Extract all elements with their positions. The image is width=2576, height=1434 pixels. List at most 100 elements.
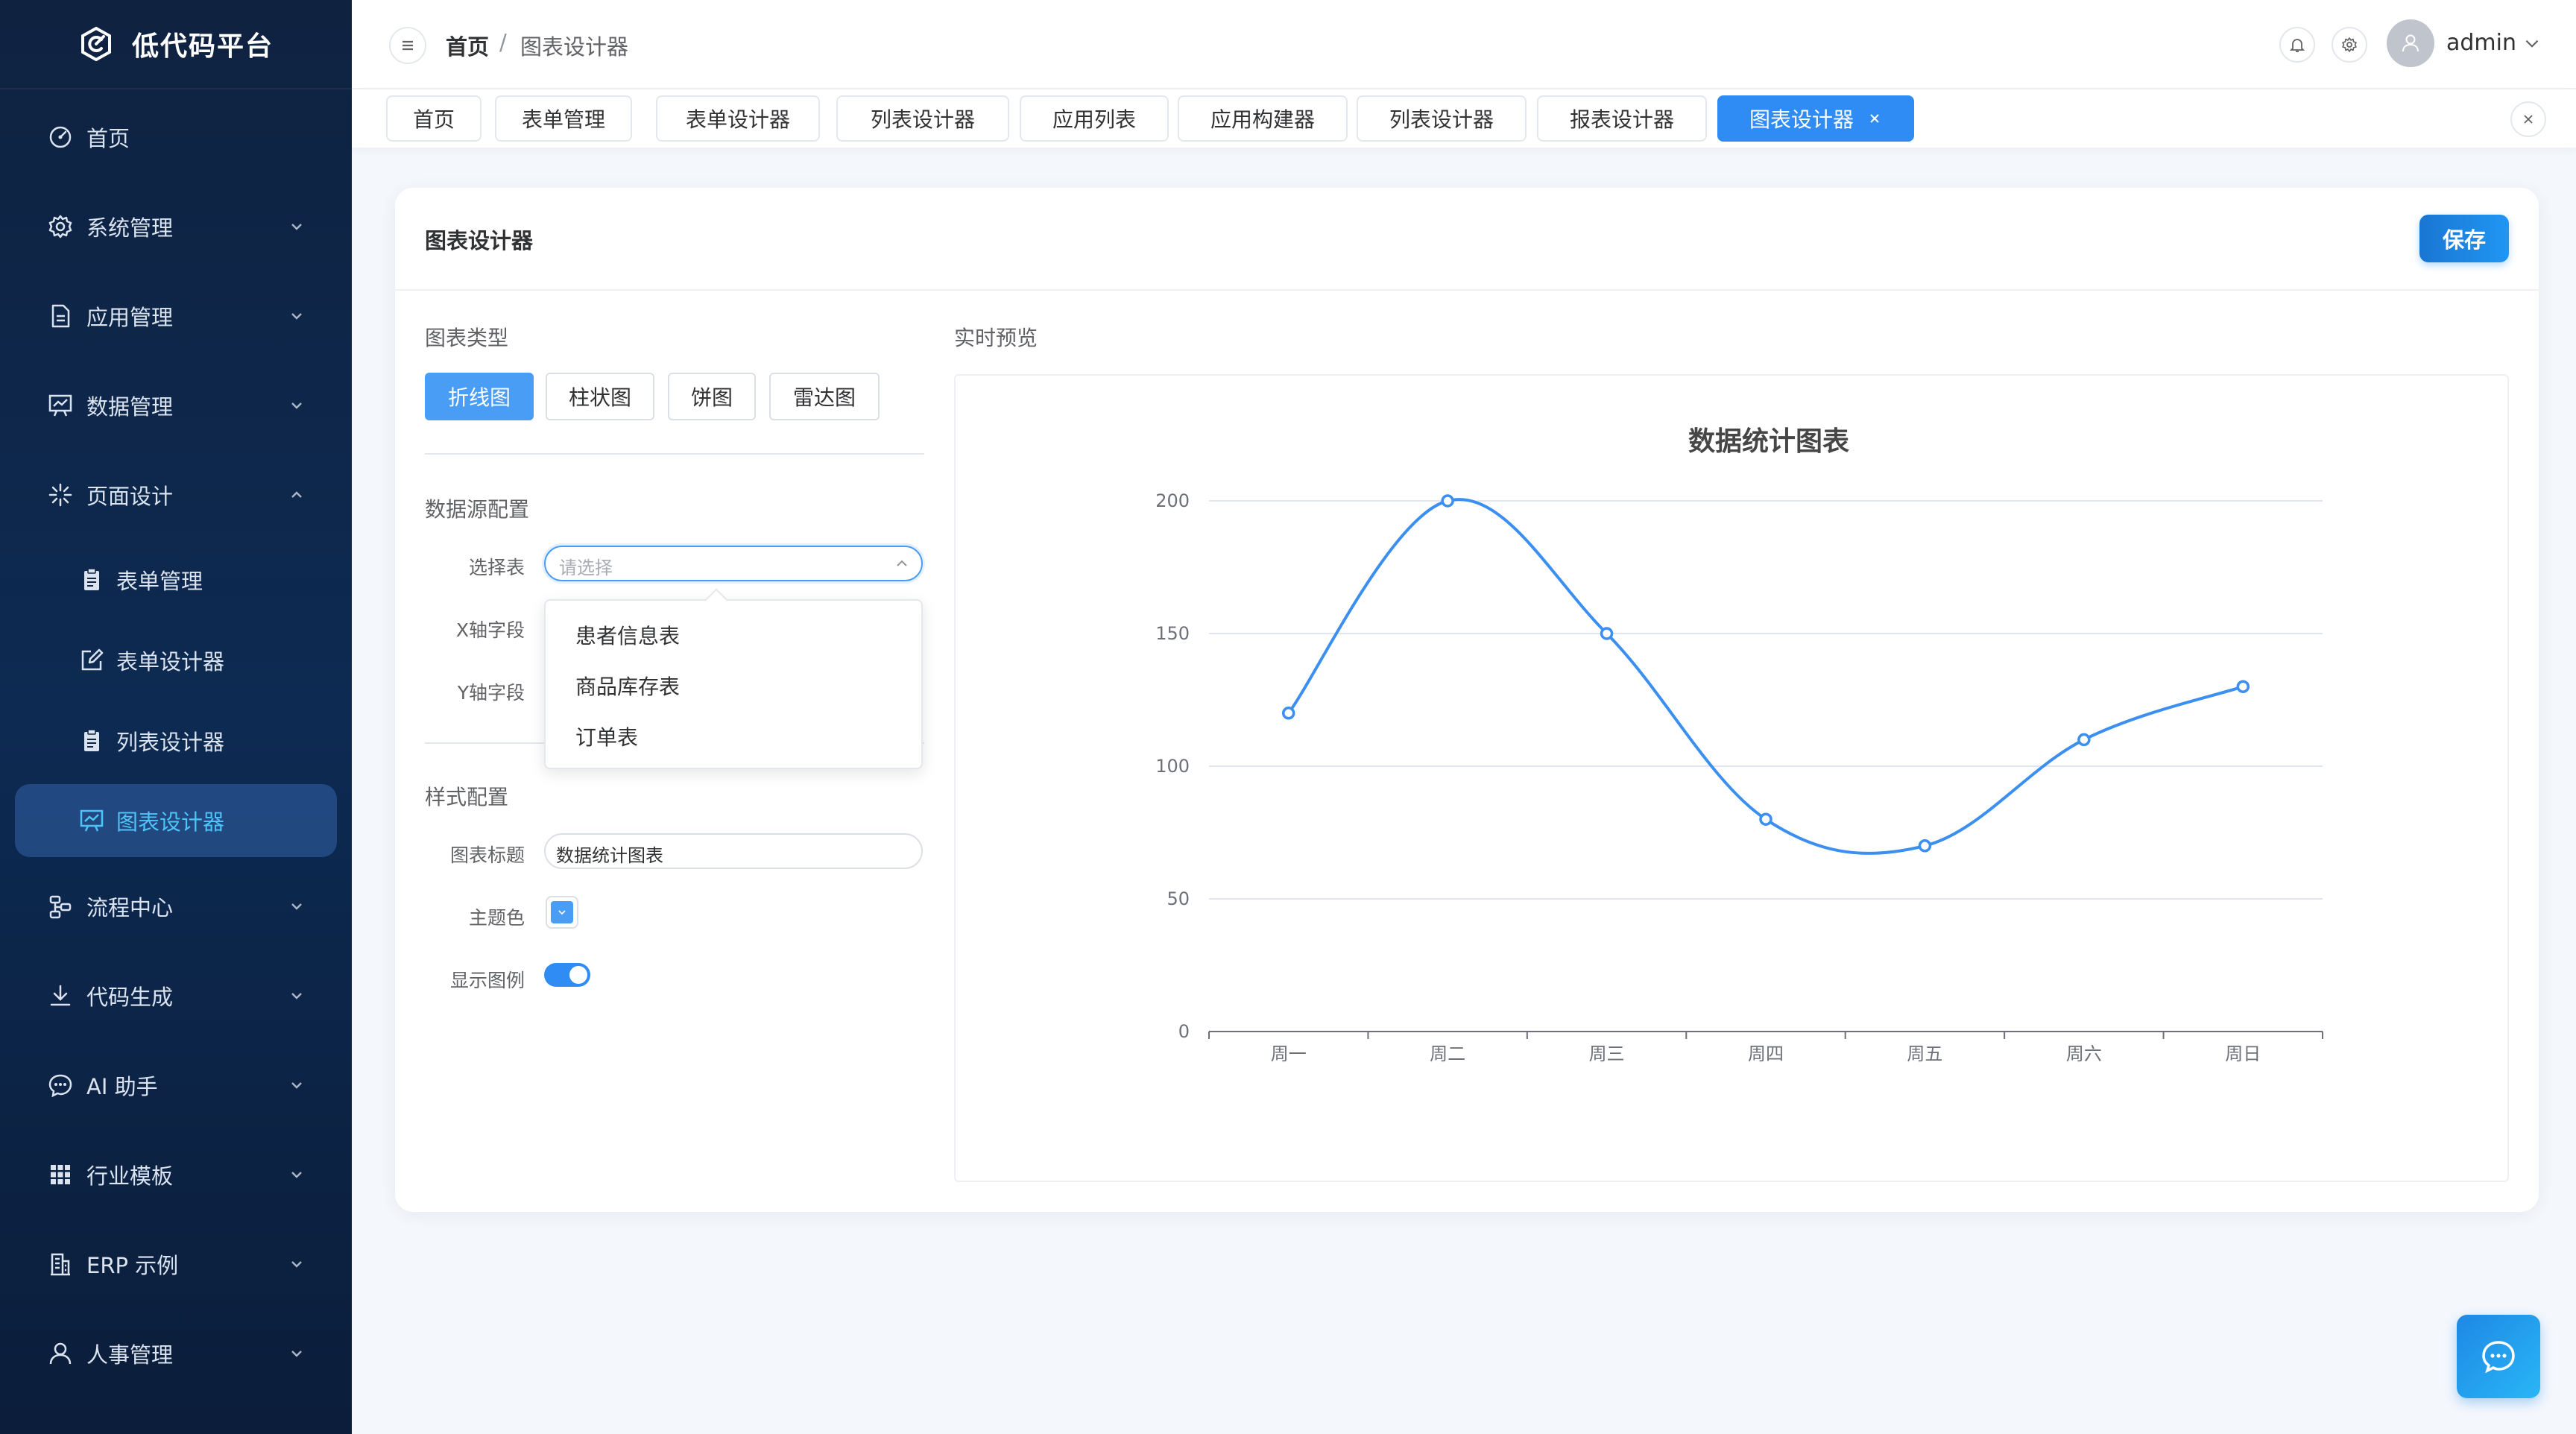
chart-type-radar-button[interactable]: 雷达图 [769,373,880,420]
tabs-bar: 首页 表单管理 表单设计器 列表设计器 应用列表 应用构建器 列表设计器 报表设… [352,89,2576,148]
settings-button[interactable] [2332,27,2367,63]
sidebar-item-form-manage[interactable]: 表单管理 [0,535,352,625]
breadcrumb-home[interactable]: 首页 [446,30,489,61]
data-point [2077,733,2091,747]
chart-title-value: 数据统计图表 [556,845,663,866]
tab-list-designer-2[interactable]: 列表设计器 [1357,95,1527,142]
sidebar-item-label: 页面设计 [86,484,174,509]
gear-icon [2342,37,2357,52]
y-tick-label: 150 [1155,623,1190,644]
breadcrumb-separator: / [499,30,507,55]
chart-title-input[interactable]: 数据统计图表 [544,833,923,869]
grid-icon [51,1165,70,1184]
chart-preview: 数据统计图表 0 50 100 150 200 周一 周二 周三 周四 周五 周六 周日 [954,374,2509,1182]
chevron-down-icon[interactable] [2522,34,2542,54]
username[interactable]: admin [2446,30,2516,56]
avatar[interactable] [2387,19,2434,67]
sidebar-item-workflow[interactable]: 流程中心 [0,862,352,951]
sidebar-item-page-design[interactable]: 页面设计 [0,450,352,540]
tab-label: 列表设计器 [870,107,975,132]
button-label: 饼图 [690,385,733,410]
chevron-down-icon [558,910,566,915]
chevron-down-icon [291,1082,302,1089]
sidebar-item-hr[interactable]: 人事管理 [0,1309,352,1398]
sidebar-item-ai[interactable]: AI 助手 [0,1040,352,1130]
dropdown-option-patients[interactable]: 患者信息表 [575,620,680,650]
sidebar-item-form-designer[interactable]: 表单设计器 [0,616,352,705]
tab-chart-designer[interactable]: 图表设计器 [1717,95,1914,142]
menu-toggle-button[interactable] [389,27,426,64]
building-icon [51,1253,70,1276]
x-tick-label: 周二 [1430,1043,1465,1064]
style-config-label: 样式配置 [425,785,509,809]
divider [425,453,924,455]
sidebar-item-list-designer[interactable]: 列表设计器 [0,696,352,786]
tab-report-designer[interactable]: 报表设计器 [1537,95,1707,142]
tab-list-designer[interactable]: 列表设计器 [836,95,1009,142]
show-legend-switch[interactable] [544,963,590,987]
sidebar-item-home[interactable]: 首页 [0,92,352,182]
series-line [1287,498,2244,855]
theme-color-picker[interactable] [546,896,578,929]
chat-icon [48,1074,72,1098]
dropdown-option-inventory[interactable]: 商品库存表 [575,671,680,701]
x-tick-label: 周日 [2225,1043,2261,1064]
sidebar-item-label: 首页 [86,126,130,151]
chart-type-pie-button[interactable]: 饼图 [668,373,756,420]
sidebar-item-apps[interactable]: 应用管理 [0,271,352,361]
flow-icon [49,895,72,919]
y-tick-label: 100 [1155,756,1190,777]
table-select[interactable]: 请选择 [544,546,923,581]
chevron-down-icon [291,1261,302,1268]
sidebar-item-data[interactable]: 数据管理 [0,361,352,450]
button-label: 折线图 [447,385,511,410]
tab-form-manage[interactable]: 表单管理 [495,95,632,142]
chat-assistant-button[interactable] [2457,1315,2540,1398]
sidebar-item-label: AI 助手 [86,1074,158,1099]
close-icon [2524,115,2533,124]
user-icon [2402,34,2419,52]
chevron-up-icon [291,491,302,498]
clipboard-icon [84,729,99,751]
x-tick-label: 周六 [2066,1043,2102,1064]
sidebar-item-label: 流程中心 [86,895,174,920]
edit-icon [81,648,104,671]
sidebar-item-codegen[interactable]: 代码生成 [0,951,352,1040]
logo[interactable]: 低代码平台 [0,0,352,89]
chart-board-icon [48,394,72,417]
sidebar-item-chart-designer[interactable]: 图表设计器 [15,784,337,857]
y-tick-label: 200 [1155,490,1190,511]
notifications-button[interactable] [2279,27,2315,63]
chart-type-label: 图表类型 [425,326,509,350]
data-point [1441,494,1454,508]
top-header: 首页 / 图表设计器 admin [352,0,2576,89]
preview-label: 实时预览 [954,326,1038,350]
sidebar-item-system[interactable]: 系统管理 [0,182,352,271]
close-all-tabs-button[interactable] [2510,101,2546,137]
tab-label: 应用构建器 [1210,107,1315,132]
close-icon[interactable] [1867,111,1882,126]
tab-label: 应用列表 [1052,107,1136,132]
chat-icon [2482,1341,2515,1374]
chart-type-line-button[interactable]: 折线图 [425,373,534,420]
chart-designer-card: 图表设计器 保存 图表类型 折线图 柱状图 饼图 雷达图 数据源配置 选择表 请… [395,188,2539,1212]
tab-app-list[interactable]: 应用列表 [1020,95,1169,142]
sidebar-item-erp[interactable]: ERP 示例 [0,1219,352,1309]
button-label: 柱状图 [568,385,631,410]
tab-home[interactable]: 首页 [386,95,482,142]
tab-label: 图表设计器 [1749,107,1854,132]
tab-form-designer[interactable]: 表单设计器 [656,95,820,142]
sidebar-item-templates[interactable]: 行业模板 [0,1130,352,1219]
sidebar-item-label: 图表设计器 [116,809,225,835]
hamburger-icon [402,40,413,51]
data-point [1600,627,1614,640]
save-button[interactable]: 保存 [2419,215,2509,262]
chart-type-bar-button[interactable]: 柱状图 [546,373,654,420]
tab-app-builder[interactable]: 应用构建器 [1178,95,1348,142]
chevron-down-icon [291,1351,302,1357]
dropdown-option-orders[interactable]: 订单表 [575,721,638,751]
data-point [1281,707,1295,720]
chevron-down-icon [291,903,302,910]
user-icon [49,1342,72,1365]
select-table-label: 选择表 [468,557,525,578]
